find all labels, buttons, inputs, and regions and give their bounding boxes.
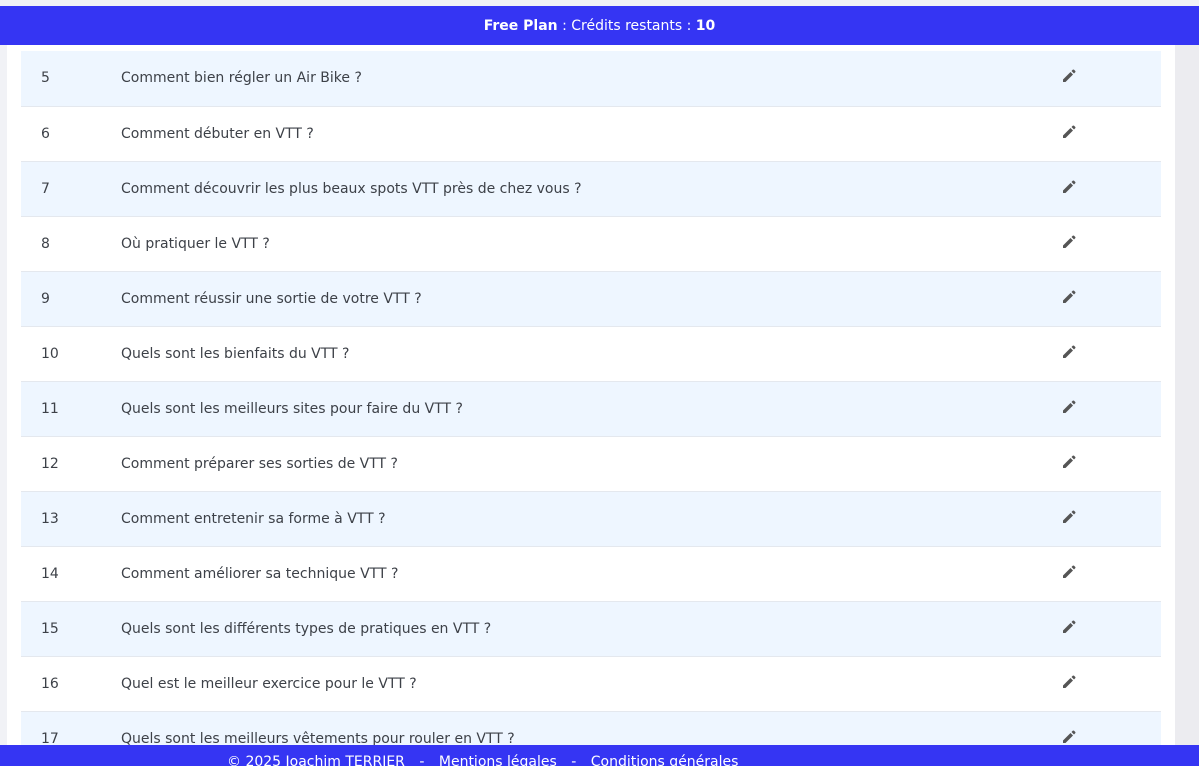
table-row: 13 Comment entretenir sa forme à VTT ?: [21, 491, 1161, 546]
row-actions: [1061, 491, 1161, 546]
table-row: 8 Où pratiquer le VTT ?: [21, 216, 1161, 271]
question-number: 12: [41, 455, 59, 472]
row-actions: [1061, 271, 1161, 326]
pencil-icon[interactable]: [1061, 509, 1077, 525]
question-title: Comment débuter en VTT ?: [121, 125, 314, 142]
pencil-icon[interactable]: [1061, 564, 1077, 580]
row-actions: [1061, 326, 1161, 381]
question-number: 7: [41, 180, 50, 197]
table-row: 10 Quels sont les bienfaits du VTT ?: [21, 326, 1161, 381]
table-row: 7 Comment découvrir les plus beaux spots …: [21, 161, 1161, 216]
row-actions: [1061, 51, 1161, 106]
question-number: 16: [41, 675, 59, 692]
pencil-icon[interactable]: [1061, 619, 1077, 635]
plan-banner: Free Plan : Crédits restants : 10: [0, 6, 1199, 45]
page-gutter: [1175, 45, 1199, 766]
row-actions: [1061, 546, 1161, 601]
pencil-icon[interactable]: [1061, 344, 1077, 360]
footer-copyright: © 2025 Joachim TERRIER: [227, 754, 405, 766]
terms-link[interactable]: Conditions générales: [591, 754, 739, 766]
pencil-icon[interactable]: [1061, 234, 1077, 250]
table-row: 12 Comment préparer ses sorties de VTT ?: [21, 436, 1161, 491]
question-number: 9: [41, 290, 50, 307]
table-row: 14 Comment améliorer sa technique VTT ?: [21, 546, 1161, 601]
question-number: 8: [41, 235, 50, 252]
question-title: Quels sont les bienfaits du VTT ?: [121, 345, 350, 362]
question-number: 6: [41, 125, 50, 142]
question-title: Comment entretenir sa forme à VTT ?: [121, 510, 386, 527]
pencil-icon[interactable]: [1061, 179, 1077, 195]
questions-table: 5 Comment bien régler un Air Bike ? 6 Comme…: [21, 51, 1161, 766]
table-row: 5 Comment bien régler un Air Bike ?: [21, 51, 1161, 106]
footer: © 2025 Joachim TERRIER - Mentions légale…: [0, 745, 1199, 766]
question-number: 11: [41, 400, 59, 417]
row-actions: [1061, 106, 1161, 161]
question-title: Comment préparer ses sorties de VTT ?: [121, 455, 398, 472]
question-title: Comment améliorer sa technique VTT ?: [121, 565, 399, 582]
pencil-icon[interactable]: [1061, 729, 1077, 745]
footer-separator: -: [419, 754, 425, 766]
pencil-icon[interactable]: [1061, 454, 1077, 470]
question-number: 15: [41, 620, 59, 637]
table-row: 9 Comment réussir une sortie de votre VTT…: [21, 271, 1161, 326]
question-title: Comment découvrir les plus beaux spots V…: [121, 180, 582, 197]
row-actions: [1061, 656, 1161, 711]
plan-name: Free Plan: [483, 17, 558, 34]
table-row: 6 Comment débuter en VTT ?: [21, 106, 1161, 161]
table-row: 11 Quels sont les meilleurs sites pour fa…: [21, 381, 1161, 436]
question-number: 13: [41, 510, 59, 527]
credits-label: : Crédits restants :: [557, 17, 696, 34]
pencil-icon[interactable]: [1061, 68, 1077, 84]
footer-separator: -: [571, 754, 577, 766]
questions-panel: 5 Comment bien régler un Air Bike ? 6 Comme…: [7, 45, 1175, 766]
question-title: Comment bien régler un Air Bike ?: [121, 70, 362, 87]
row-actions: [1061, 436, 1161, 491]
credits-value: 10: [695, 17, 716, 34]
table-row: 15 Quels sont les différents types de pra…: [21, 601, 1161, 656]
question-title: Comment réussir une sortie de votre VTT …: [121, 290, 422, 307]
row-actions: [1061, 161, 1161, 216]
question-number: 5: [41, 70, 50, 87]
row-actions: [1061, 216, 1161, 271]
question-title: Quels sont les différents types de prati…: [121, 620, 492, 637]
table-row: 16 Quel est le meilleur exercice pour le …: [21, 656, 1161, 711]
question-title: Quel est le meilleur exercice pour le VT…: [121, 675, 417, 692]
row-actions: [1061, 601, 1161, 656]
pencil-icon[interactable]: [1061, 124, 1077, 140]
page: Free Plan : Crédits restants : 10 5 Comme…: [0, 0, 1199, 766]
pencil-icon[interactable]: [1061, 399, 1077, 415]
pencil-icon[interactable]: [1061, 674, 1077, 690]
row-actions: [1061, 381, 1161, 436]
pencil-icon[interactable]: [1061, 289, 1077, 305]
legal-notice-link[interactable]: Mentions légales: [439, 754, 557, 766]
question-title: Où pratiquer le VTT ?: [121, 235, 270, 252]
question-number: 10: [41, 345, 59, 362]
question-number: 14: [41, 565, 59, 582]
question-title: Quels sont les meilleurs sites pour fair…: [121, 400, 463, 417]
